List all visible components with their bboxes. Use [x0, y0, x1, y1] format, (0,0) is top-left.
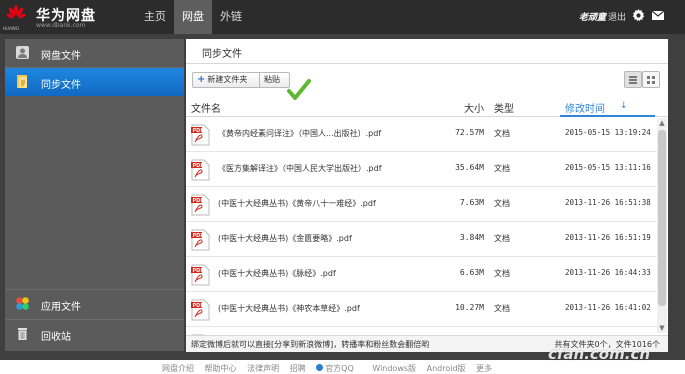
main-nav: 主页 网盘 外链: [136, 0, 250, 34]
column-header-name[interactable]: 文件名: [191, 100, 221, 115]
pdf-file-icon: PDF: [191, 194, 210, 216]
new-folder-button[interactable]: + 新建文件夹: [192, 72, 262, 88]
svg-text:PDF: PDF: [193, 198, 204, 204]
gear-icon[interactable]: [632, 9, 645, 22]
user-name[interactable]: 老顽童: [579, 10, 606, 23]
person-file-icon: [16, 46, 29, 59]
sidebar-item-label: 回收站: [41, 332, 71, 343]
sidebar-item-label: 网盘文件: [41, 51, 81, 62]
file-size: 6.63M: [459, 268, 484, 277]
scroll-thumb[interactable]: [658, 130, 666, 306]
file-type: 文档: [494, 129, 510, 138]
file-type: 文档: [494, 234, 510, 243]
column-header-size[interactable]: 大小: [456, 100, 484, 115]
file-type: 文档: [494, 304, 510, 313]
file-list: PDF 《黄帝内经素问译注》（中国人...出版社）.pdf 72.57M 文档 2015…: [186, 117, 657, 335]
top-bar: HUAWEI 华为网盘 www.dbank.com 主页 网盘 外链 老顽童 退…: [0, 0, 685, 34]
file-modified-time: 2013-11-26 16:51:19: [565, 233, 651, 242]
list-view-button[interactable]: [624, 71, 642, 88]
qq-icon: [316, 364, 324, 371]
title-divider: [186, 63, 668, 64]
file-name[interactable]: 《医方集解译注》（中国人民大学出版社）.pdf: [218, 163, 382, 174]
pdf-file-icon: PDF: [191, 299, 210, 321]
table-row[interactable]: PDF (中医十大经典丛书)《脉经》.pdf 6.63M 文档 2013-11-26 1…: [186, 257, 657, 292]
mail-icon[interactable]: [652, 11, 664, 20]
status-weibo-tip[interactable]: 绑定微博后就可以直接[分享到新浪微博]，转播率和粉丝数会翻倍哟: [191, 339, 429, 350]
nav-home[interactable]: 主页: [136, 0, 174, 34]
table-row[interactable]: PDF(中医十大经典丛书)《中藏经》.pdf文档2013-11-26 16:40…: [186, 327, 657, 335]
file-type: 文档: [494, 269, 510, 278]
file-modified-time: 2015-05-15 13:19:24: [565, 128, 651, 137]
table-row[interactable]: PDF 《黄帝内经素问译注》（中国人...出版社）.pdf 72.57M 文档 2015…: [186, 117, 657, 152]
svg-text:PDF: PDF: [193, 163, 204, 169]
svg-text:PDF: PDF: [193, 233, 204, 239]
svg-text:PDF: PDF: [193, 128, 204, 134]
watermark: cfan.com.cn: [548, 345, 651, 363]
huawei-logo-icon[interactable]: [5, 4, 27, 26]
file-name[interactable]: (中医十大经典丛书)《金匮要略》.pdf: [218, 233, 352, 244]
sort-down-icon: ↓: [620, 101, 628, 111]
table-row[interactable]: PDF (中医十大经典丛书)《金匮要略》.pdf 3.84M 文档 2013-11-26…: [186, 222, 657, 257]
table-header: 文件名 大小 类型 修改时间 ↓: [186, 97, 668, 117]
file-size: 72.57M: [455, 128, 484, 137]
file-type: 文档: [494, 199, 510, 208]
trash-icon: [18, 328, 27, 340]
file-modified-time: 2013-11-26 16:44:33: [565, 268, 651, 277]
file-size: 3.84M: [459, 233, 484, 242]
file-name[interactable]: 《黄帝内经素问译注》（中国人...出版社）.pdf: [218, 128, 381, 139]
file-modified-time: 2013-11-26 16:51:38: [565, 198, 651, 207]
sidebar-item-label: 同步文件: [41, 80, 81, 91]
apps-icon: [16, 297, 29, 310]
sync-file-icon: [17, 75, 27, 88]
column-header-type[interactable]: 类型: [494, 100, 514, 115]
sidebar-item-recycle-bin[interactable]: 回收站: [5, 320, 184, 348]
svg-text:PDF: PDF: [193, 303, 204, 309]
file-name[interactable]: (中医十大经典丛书)《神农本草经》.pdf: [218, 303, 360, 314]
scroll-down-icon[interactable]: ▼: [658, 324, 666, 332]
nav-links[interactable]: 外链: [212, 0, 250, 34]
sidebar: 网盘文件 同步文件 应用文件 回收站: [5, 39, 184, 351]
pdf-file-icon: PDF: [191, 159, 210, 181]
svg-text:PDF: PDF: [193, 268, 204, 274]
table-row[interactable]: PDF (中医十大经典丛书)《神农本草经》.pdf 10.27M 文档 2013-11-…: [186, 292, 657, 327]
pdf-file-icon: PDF: [191, 124, 210, 146]
file-type: 文档: [494, 164, 510, 173]
column-header-time[interactable]: 修改时间 ↓: [560, 97, 655, 117]
table-row[interactable]: PDF (中医十大经典丛书)《黄帝八十一难经》.pdf 7.63M 文档 2013-11…: [186, 187, 657, 222]
file-size: 7.63M: [459, 198, 484, 207]
grid-view-button[interactable]: [642, 71, 660, 88]
file-size: 10.27M: [455, 303, 484, 312]
file-panel: 同步文件 + 新建文件夹 粘贴 文件名 大小 类型 修改时间 ↓ PDF 《黄帝内经…: [186, 39, 668, 352]
pdf-file-icon: PDF: [191, 229, 210, 251]
file-size: 35.64M: [455, 163, 484, 172]
sidebar-item-netdisk-files[interactable]: 网盘文件: [5, 39, 184, 67]
column-header-time-label: 修改时间: [565, 104, 605, 115]
sidebar-item-sync-files[interactable]: 同步文件: [5, 68, 184, 96]
scroll-up-icon[interactable]: ▲: [658, 119, 666, 127]
file-name[interactable]: (中医十大经典丛书)《脉经》.pdf: [218, 268, 336, 279]
paste-button[interactable]: 粘贴: [259, 72, 290, 88]
new-folder-label: 新建文件夹: [207, 75, 248, 84]
plus-icon: +: [197, 74, 206, 85]
logout-link[interactable]: 退出: [608, 10, 626, 23]
brand-url: www.dbank.com: [36, 22, 86, 29]
vendor-name: HUAWEI: [3, 26, 20, 31]
table-row[interactable]: PDF 《医方集解译注》（中国人民大学出版社）.pdf 35.64M 文档 2015-0…: [186, 152, 657, 187]
page-title: 同步文件: [202, 49, 242, 60]
file-name[interactable]: (中医十大经典丛书)《黄帝八十一难经》.pdf: [218, 198, 376, 209]
scrollbar[interactable]: ▲ ▼: [657, 118, 667, 333]
file-modified-time: 2015-05-15 13:11:16: [565, 163, 651, 172]
pdf-file-icon: PDF: [191, 264, 210, 286]
sidebar-item-app-files[interactable]: 应用文件: [5, 290, 184, 318]
sidebar-item-label: 应用文件: [41, 302, 81, 313]
nav-netdisk[interactable]: 网盘: [174, 0, 212, 34]
file-modified-time: 2013-11-26 16:41:02: [565, 303, 651, 312]
